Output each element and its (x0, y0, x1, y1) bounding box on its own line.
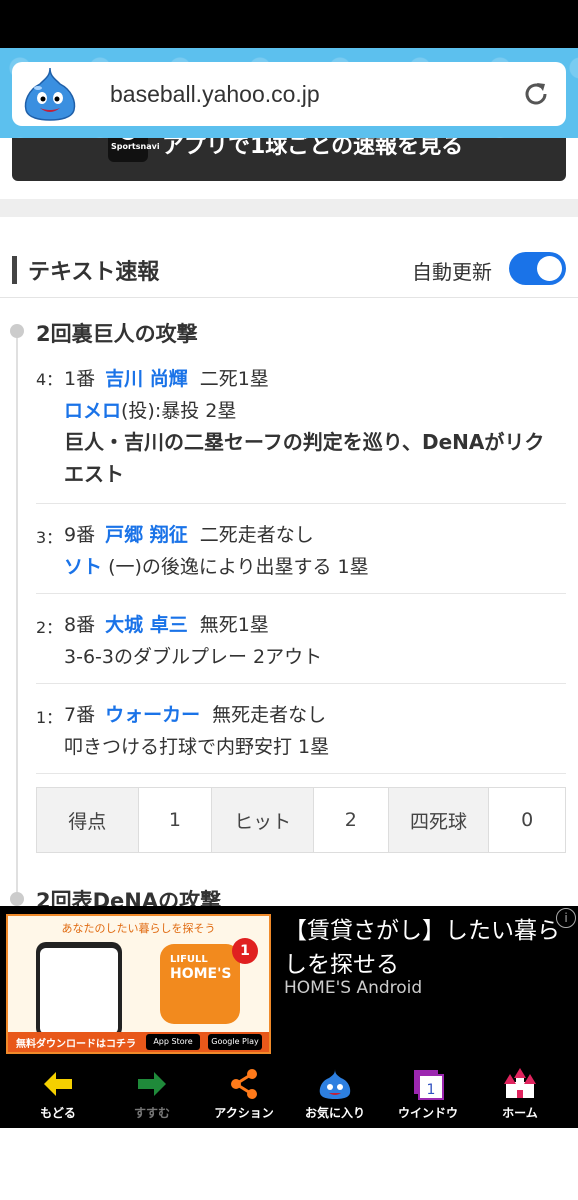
situation: 二死走者なし (199, 524, 314, 546)
slime-icon (319, 1069, 351, 1099)
stat-label-hits: ヒット (212, 788, 314, 852)
back-arrow-icon (44, 1072, 72, 1096)
ad-title[interactable]: 【賃貸さがし】したい暮らしを探せる (284, 914, 570, 982)
play-detail-line: ロメロ(投):暴投 2塁 (64, 396, 236, 423)
slime-logo-icon[interactable] (20, 66, 80, 122)
status-bar (0, 0, 578, 48)
batter-name-link[interactable]: 戸郷 翔征 (105, 524, 188, 546)
toolbar-label: すすむ (133, 1106, 170, 1120)
player-name-link[interactable]: ソト (64, 556, 102, 578)
play-batter-line: 9番 戸郷 翔征 二死走者なし (64, 520, 314, 547)
play-detail: 叩きつける打球で内野安打 1塁 (64, 736, 330, 758)
play-index: 4： (36, 370, 63, 389)
text-report-header: テキスト速報 自動更新 (0, 236, 578, 298)
toolbar-label: もどる (40, 1106, 76, 1120)
ad-info-icon[interactable]: i (556, 908, 576, 928)
situation: 二死1塁 (199, 368, 269, 390)
batting-order: 1番 (64, 368, 96, 390)
situation: 無死1塁 (199, 614, 269, 636)
svg-text:1: 1 (427, 1082, 436, 1098)
play-item: 2： 8番 大城 卓三 無死1塁 3-6-3のダブルプレー 2アウト (36, 594, 566, 684)
play-item: 3： 9番 戸郷 翔征 二死走者なし ソト (一)の後逸により出塁する 1塁 (36, 504, 566, 594)
auto-update-toggle[interactable] (509, 252, 566, 285)
batter-name-link[interactable]: 吉川 尚輝 (105, 368, 188, 390)
player-name-link[interactable]: ロメロ (64, 400, 121, 422)
bottom-toolbar: もどる すすむ アクション お気に入り 1 ウインドウ ホーム (0, 1056, 578, 1128)
stat-value-walks: 0 (521, 809, 534, 831)
share-icon (231, 1069, 257, 1099)
url-text[interactable]: baseball.yahoo.co.jp (110, 62, 320, 126)
castle-icon (504, 1068, 536, 1098)
play-index: 2： (36, 618, 63, 637)
batter-name-link[interactable]: 大城 卓三 (105, 614, 188, 636)
toolbar-label: ホーム (502, 1106, 538, 1120)
stat-value-hits: 2 (314, 788, 389, 852)
section-title: テキスト速報 (28, 260, 160, 285)
batting-order: 7番 (64, 704, 96, 726)
play-batter-line: 8番 大城 卓三 無死1塁 (64, 610, 269, 637)
ad-image[interactable]: あなたのしたい暮らしを探そう LIFULL HOME'S 1 無料ダウンロードは… (6, 914, 271, 1054)
situation: 無死走者なし (212, 704, 327, 726)
timeline-line (16, 330, 18, 900)
toolbar-forward-button[interactable]: すすむ (104, 1056, 200, 1128)
toolbar-home-button[interactable]: ホーム (472, 1056, 568, 1128)
browser-header: baseball.yahoo.co.jp (0, 48, 578, 138)
toolbar-window-button[interactable]: 1 ウインドウ (380, 1056, 476, 1128)
inning-summary-table: 得点 1 ヒット 2 四死球 0 (36, 787, 566, 853)
inning-title: 2回裏巨人の攻撃 (36, 322, 198, 346)
play-detail: (投):暴投 2塁 (121, 400, 237, 422)
homes-app-icon: LIFULL HOME'S (160, 944, 240, 1024)
ad-download-bar: 無料ダウンロードはコチラ App Store Google Play (8, 1032, 269, 1052)
toggle-knob (537, 256, 562, 281)
toolbar-label: お気に入り (304, 1106, 365, 1120)
app-promo-text[interactable]: アプリで1球ごとの速報を見る (162, 138, 463, 160)
toolbar-label: アクション (214, 1106, 274, 1120)
play-item: 4： 1番 吉川 尚輝 二死1塁 ロメロ(投):暴投 2塁 巨人・吉川の二塁セーフの… (36, 360, 566, 504)
sportsnavi-app-icon: Sportsnavi (108, 138, 160, 162)
batting-order: 9番 (64, 524, 96, 546)
play-batter-line: 7番 ウォーカー 無死走者なし (64, 700, 326, 727)
reload-icon[interactable] (522, 80, 550, 108)
stat-label-runs: 得点 (37, 788, 139, 852)
play-index: 3： (36, 528, 63, 547)
stat-label-walks: 四死球 (388, 788, 490, 852)
ad-banner[interactable]: あなたのしたい暮らしを探そう LIFULL HOME'S 1 無料ダウンロードは… (0, 906, 578, 1056)
notification-badge: 1 (232, 938, 258, 964)
toolbar-back-button[interactable]: もどる (10, 1056, 106, 1128)
toolbar-favorites-button[interactable]: お気に入り (287, 1056, 383, 1128)
address-bar[interactable]: baseball.yahoo.co.jp (12, 62, 566, 126)
play-detail-line: ソト (一)の後逸により出塁する 1塁 (64, 552, 369, 579)
window-icon: 1 (414, 1070, 444, 1100)
stat-value-runs: 1 (139, 788, 213, 852)
forward-arrow-icon (138, 1072, 166, 1096)
toolbar-label: ウインドウ (397, 1106, 458, 1120)
play-note: 巨人・吉川の二塁セーフの判定を巡り、DeNAがリクエスト (64, 430, 545, 486)
timeline-dot (10, 892, 24, 906)
ad-subtitle: HOME'S Android (284, 978, 423, 998)
batter-name-link[interactable]: ウォーカー (105, 704, 200, 726)
play-item: 1： 7番 ウォーカー 無死走者なし 叩きつける打球で内野安打 1塁 (36, 684, 566, 774)
google-play-badge: Google Play (208, 1034, 262, 1050)
play-batter-line: 1番 吉川 尚輝 二死1塁 (64, 364, 269, 391)
app-promo-banner[interactable]: Sportsnavi アプリで1球ごとの速報を見る (12, 138, 566, 181)
auto-update-label: 自動更新 (412, 260, 492, 284)
play-detail: 3-6-3のダブルプレー 2アウト (64, 646, 323, 668)
play-detail: (一)の後逸により出塁する 1塁 (108, 556, 369, 578)
app-store-badge: App Store (146, 1034, 200, 1050)
header-accent-bar (12, 256, 17, 284)
batting-order: 8番 (64, 614, 96, 636)
section-divider (0, 199, 578, 217)
timeline-dot (10, 324, 24, 338)
phone-illustration (36, 942, 122, 1038)
toolbar-action-button[interactable]: アクション (196, 1056, 292, 1128)
play-index: 1： (36, 708, 63, 727)
ad-image-tagline: あなたのしたい暮らしを探そう (61, 922, 216, 935)
